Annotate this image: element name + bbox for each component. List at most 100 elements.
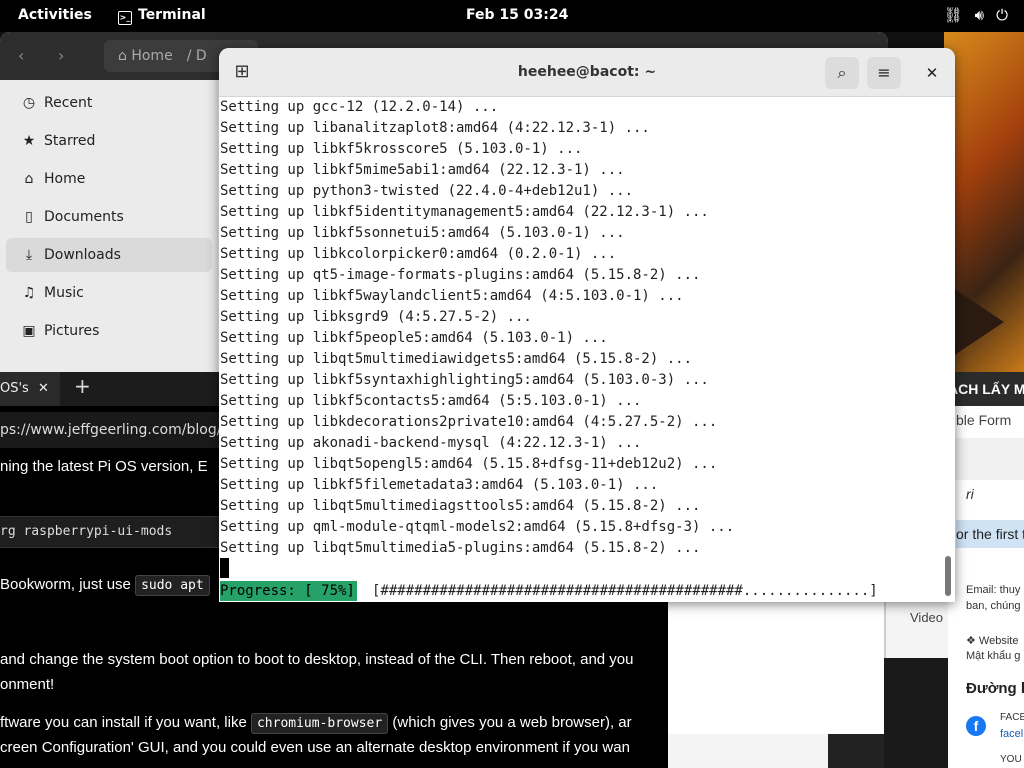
path-next[interactable]: D [196, 48, 207, 64]
document-window: ÁCH LẤY M ble Form ri or the first t Ema… [948, 372, 1024, 768]
facebook-label: FACE [1000, 712, 1024, 723]
terminal-line: Setting up libqt5multimedia5-plugins:amd… [220, 540, 701, 556]
facebook-link[interactable]: facel [1000, 728, 1023, 740]
sidebar-item-starred[interactable]: ★ Starred [6, 124, 212, 158]
close-icon[interactable]: ✕ [919, 60, 945, 86]
sidebar-item-label: Home [44, 171, 86, 187]
background-video-thumbnail [944, 32, 1024, 372]
network-icon[interactable]: ⛓ [944, 6, 963, 24]
terminal-line: Setting up libanalitzaplot8:amd64 (4:22.… [220, 120, 650, 136]
video-thumbnail[interactable] [884, 658, 948, 768]
sidebar-item-label: Music [44, 285, 84, 301]
menu-bar[interactable]: ble Form [956, 412, 1011, 428]
document-title: ÁCH LẤY M [948, 372, 1024, 406]
back-icon[interactable]: ‹ [18, 46, 24, 65]
music-icon: ♫ [22, 285, 36, 301]
terminal-line: Setting up libqt5multimediawidgets5:amd6… [220, 351, 693, 367]
clock[interactable]: Feb 15 03:24 [466, 7, 568, 23]
terminal-cursor [220, 558, 229, 578]
video-thumbnail-small[interactable] [828, 734, 884, 768]
italic-text: ri [966, 486, 974, 502]
section-heading: Đường l [966, 680, 1024, 697]
youtube-label: YOU [1000, 754, 1022, 765]
website-line: ❖ Website [966, 635, 1019, 647]
terminal-line: Setting up libqt5opengl5:amd64 (5.15.8+d… [220, 456, 718, 472]
sidebar-item-documents[interactable]: ▯ Documents [6, 200, 212, 234]
sidebar-item-label: Recent [44, 95, 93, 111]
text: (which gives you a web browser), ar [392, 714, 632, 731]
menu-icon[interactable]: ≡ [867, 57, 901, 89]
terminal-icon: >_ [118, 11, 132, 25]
paragraph-line: creen Configuration' GUI, and you could … [0, 739, 630, 756]
search-icon[interactable]: ⌕ [825, 57, 859, 89]
facebook-icon: f [966, 716, 986, 736]
terminal-line: Setting up libkf5people5:amd64 (5.103.0-… [220, 330, 608, 346]
terminal-line: Setting up libkf5waylandclient5:amd64 (4… [220, 288, 684, 304]
star-icon: ★ [22, 133, 36, 149]
inline-code: sudo apt [135, 575, 210, 596]
browser-tab[interactable]: OS's ✕ [0, 372, 60, 406]
app-name: Terminal [138, 7, 206, 23]
home-icon: ⌂ [118, 48, 132, 64]
sidebar-item-label: Starred [44, 133, 96, 149]
paragraph-line: ftware you can install if you want, like… [0, 713, 632, 734]
terminal-line: Setting up libkf5mime5abi1:amd64 (22.12.… [220, 162, 625, 178]
terminal-line: Setting up python3-twisted (22.4.0-4+deb… [220, 183, 634, 199]
highlighted-text: or the first t [956, 520, 1024, 548]
home-icon: ⌂ [24, 171, 34, 187]
activities-button[interactable]: Activities [18, 7, 92, 23]
sidebar-item-downloads[interactable]: ⤓ Downloads [6, 238, 212, 272]
top-bar: Activities >_ Terminal Feb 15 03:24 ⛓ 🔊︎ ⏻ [0, 0, 1024, 32]
document-icon: ▯ [25, 209, 33, 225]
new-tab-icon[interactable]: ⊞ [227, 57, 257, 87]
tab-label: OS's [0, 381, 29, 396]
text: ftware you can install if you want, like [0, 714, 247, 731]
terminal-line: Setting up akonadi-backend-mysql (4:22.1… [220, 435, 642, 451]
path-home[interactable]: Home [131, 48, 172, 64]
terminal-line: Setting up libkf5contacts5:amd64 (5:5.10… [220, 393, 642, 409]
new-tab-button[interactable]: + [74, 374, 91, 398]
scrollbar[interactable] [945, 556, 951, 596]
progress-label: Progress: [ 75%] [220, 581, 357, 601]
terminal-line: Setting up qt5-image-formats-plugins:amd… [220, 267, 701, 283]
terminal-header: heehee@bacot: ~ ⊞ ⌕ ≡ ✕ [219, 48, 955, 97]
sidebar-item-recent[interactable]: ◷ Recent [6, 86, 212, 120]
password-line: Mật khẩu g [966, 650, 1021, 662]
terminal-line: Setting up libqt5multimediagsttools5:amd… [220, 498, 701, 514]
paragraph-line: Bookworm, just use sudo apt [0, 575, 210, 596]
video-panel: Video [668, 600, 948, 768]
volume-icon[interactable]: 🔊︎ [975, 6, 984, 24]
paragraph-line: and change the system boot option to boo… [0, 651, 634, 668]
terminal-line: Setting up libkf5krosscore5 (5.103.0-1) … [220, 141, 583, 157]
sidebar-item-music[interactable]: ♫ Music [6, 276, 212, 310]
sidebar-item-label: Documents [44, 209, 124, 225]
sidebar-item-label: Downloads [44, 247, 121, 263]
download-icon: ⤓ [25, 247, 33, 263]
terminal-line: Setting up gcc-12 (12.2.0-14) ... [220, 99, 499, 115]
terminal-output[interactable]: Progress: [ 75%] [######################… [219, 96, 941, 602]
files-sidebar: ◷ Recent ★ Starred ⌂ Home ▯ Documents ⤓ Downloads… [0, 80, 218, 374]
terminal-line: Setting up libkf5syntaxhighlighting5:amd… [220, 372, 709, 388]
video-frame [668, 600, 886, 734]
system-tray[interactable]: ⛓ 🔊︎ ⏻ [932, 6, 1008, 24]
terminal-line: Setting up libkcolorpicker0:amd64 (0.2.0… [220, 246, 617, 262]
text: Bookworm, just use [0, 576, 131, 593]
app-menu[interactable]: >_ Terminal [118, 7, 206, 25]
url-text: ps://www.jeffgeerling.com/blog/ [0, 422, 222, 438]
code-text: rg raspberrypi-ui-mods [0, 524, 173, 539]
sidebar-item-label: Pictures [44, 323, 100, 339]
email-line-2: ban, chúng [966, 600, 1021, 612]
sidebar-item-home[interactable]: ⌂ Home [6, 162, 212, 196]
terminal-line: Setting up qml-module-qtqml-models2:amd6… [220, 519, 735, 535]
terminal-line: Setting up libkdecorations2private10:amd… [220, 414, 718, 430]
terminal-line: Setting up libksgrd9 (4:5.27.5-2) ... [220, 309, 532, 325]
forward-icon[interactable]: › [58, 46, 64, 65]
progress-bar-text: [#######################################… [372, 583, 878, 599]
terminal-line: Setting up libkf5sonnetui5:amd64 (5.103.… [220, 225, 625, 241]
sidebar-item-pictures[interactable]: ▣ Pictures [6, 314, 212, 348]
power-icon[interactable]: ⏻ [996, 6, 1008, 24]
toolbar [948, 438, 1024, 480]
inline-code: chromium-browser [250, 713, 389, 734]
close-tab-icon[interactable]: ✕ [38, 372, 49, 406]
terminal-line: Setting up libkf5identitymanagement5:amd… [220, 204, 709, 220]
